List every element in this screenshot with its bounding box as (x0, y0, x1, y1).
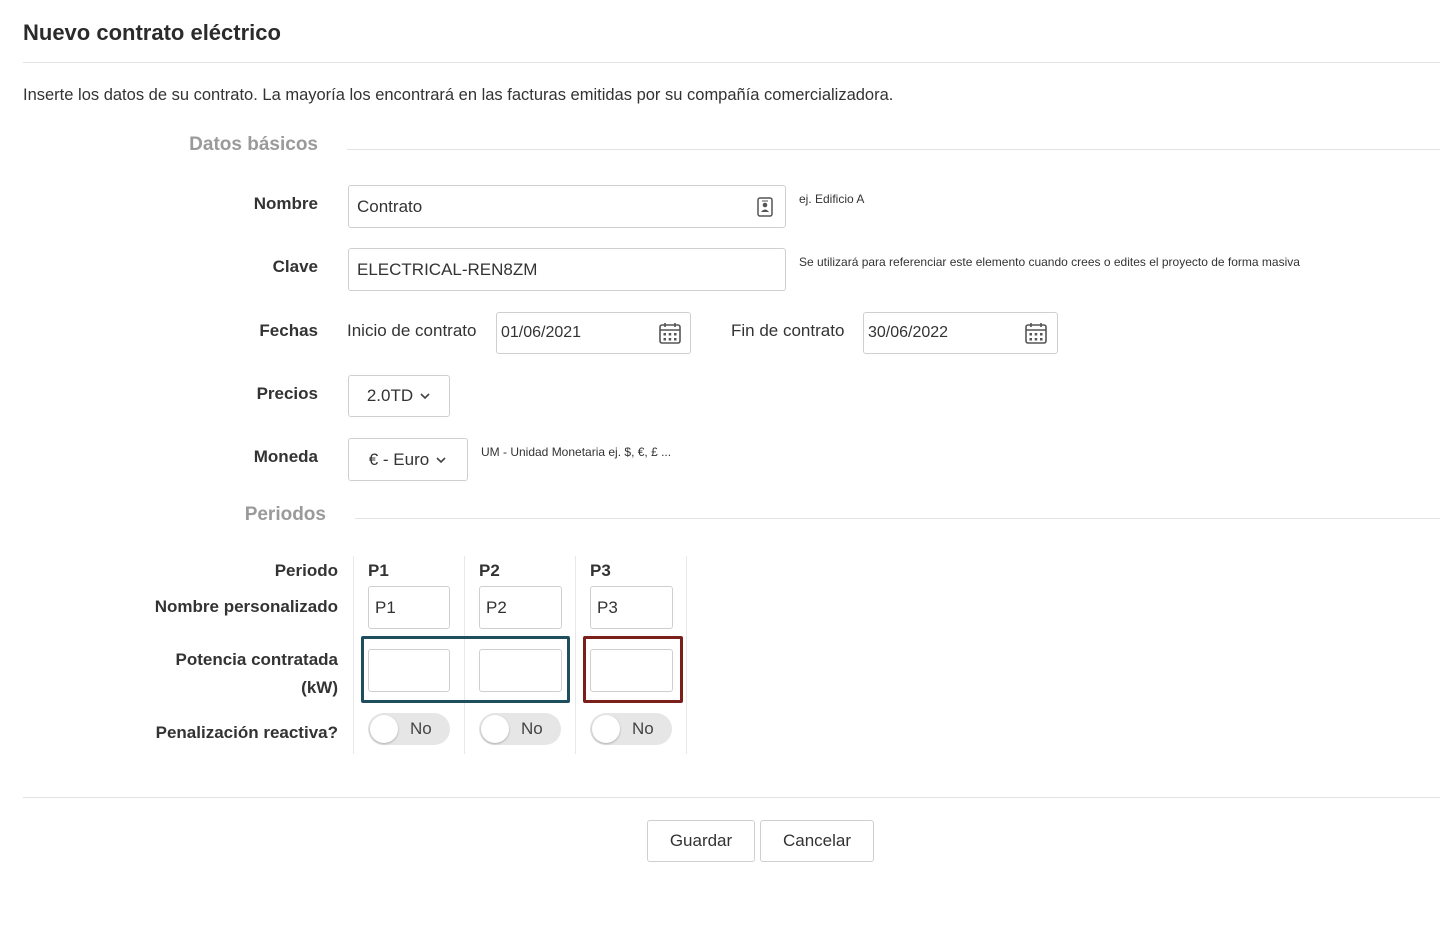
highlight-box-red (583, 636, 683, 703)
header-divider (23, 62, 1440, 63)
section-divider-periods (355, 518, 1440, 519)
reactive-toggle-p3[interactable]: No (590, 713, 672, 745)
highlight-box-blue (361, 636, 570, 703)
column-separator (353, 556, 354, 754)
toggle-label: No (521, 719, 543, 738)
precios-select[interactable]: 2.0TD (348, 375, 450, 417)
custom-name-input-p3[interactable] (590, 586, 673, 629)
reactive-toggle-p2[interactable]: No (479, 713, 561, 745)
intro-text: Inserte los datos de su contrato. La may… (23, 86, 894, 104)
potencia-label-line2: (kW) (301, 678, 338, 697)
toggle-knob (481, 715, 509, 743)
column-separator (575, 556, 576, 754)
custom-name-input-p2[interactable] (479, 586, 562, 629)
nombre-personalizado-label: Nombre personalizado (154, 597, 338, 616)
nombre-label: Nombre (253, 194, 318, 213)
nombre-input[interactable] (348, 185, 786, 228)
clave-label: Clave (272, 257, 318, 276)
custom-name-input-p1[interactable] (368, 586, 450, 629)
fechas-label: Fechas (259, 321, 318, 340)
penalizacion-label: Penalización reactiva? (155, 723, 338, 742)
moneda-help: UM - Unidad Monetaria ej. $, €, £ ... (481, 445, 672, 459)
chevron-down-icon (420, 393, 430, 400)
potencia-label: Potencia contratada (kW) (176, 646, 339, 702)
periodo-row-label: Periodo (274, 561, 338, 580)
end-date-label: Fin de contrato (731, 321, 845, 340)
period-header-p2: P2 (479, 561, 500, 580)
moneda-select[interactable]: € - Euro (348, 438, 468, 481)
section-title-basic: Datos básicos (189, 134, 318, 155)
column-separator (686, 556, 687, 754)
start-date-label: Inicio de contrato (347, 321, 477, 340)
precios-select-value: 2.0TD (366, 386, 414, 405)
save-button[interactable]: Guardar (647, 820, 755, 862)
toggle-knob (370, 715, 398, 743)
moneda-select-value: € - Euro (368, 449, 430, 469)
potencia-label-line1: Potencia contratada (175, 650, 339, 669)
toggle-knob (592, 715, 620, 743)
chevron-down-icon (436, 456, 446, 463)
calendar-icon[interactable] (1025, 322, 1047, 344)
calendar-icon[interactable] (659, 322, 681, 344)
period-header-p1: P1 (368, 561, 389, 580)
clave-help: Se utilizará para referenciar este eleme… (799, 255, 1300, 269)
clave-input[interactable] (348, 248, 786, 291)
nombre-help: ej. Edificio A (799, 192, 865, 206)
section-title-periods: Periodos (244, 504, 326, 525)
period-header-p3: P3 (590, 561, 611, 580)
page-title: Nuevo contrato eléctrico (23, 20, 281, 45)
precios-label: Precios (256, 384, 318, 403)
toggle-label: No (632, 719, 654, 738)
section-divider-basic (347, 149, 1440, 150)
toggle-label: No (410, 719, 432, 738)
reactive-toggle-p1[interactable]: No (368, 713, 450, 745)
moneda-label: Moneda (253, 447, 318, 466)
cancel-button[interactable]: Cancelar (760, 820, 874, 862)
contact-card-icon[interactable] (757, 197, 773, 217)
footer-divider (23, 797, 1440, 798)
